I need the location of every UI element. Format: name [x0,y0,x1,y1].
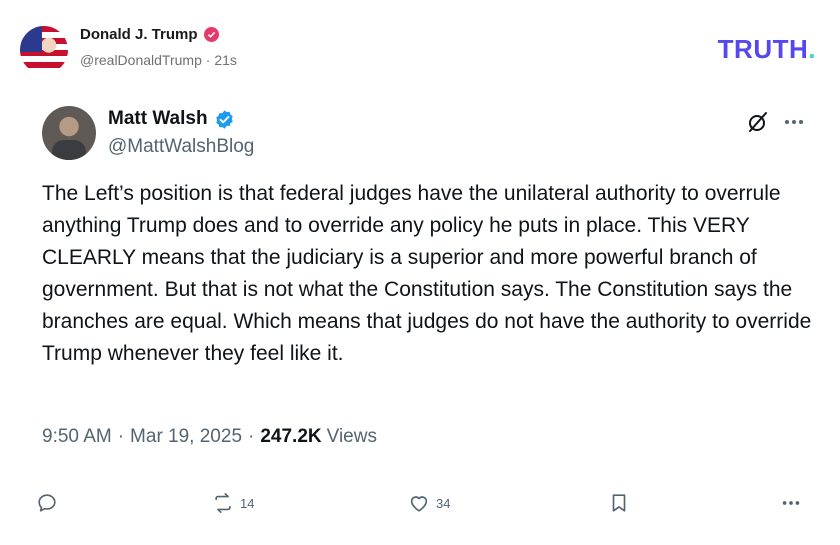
share-more-button[interactable] [780,492,802,514]
heart-icon [410,496,428,512]
quoted-post-author: Matt Walsh @MattWalshBlog [42,104,822,164]
truth-logo-text: TRUTH [717,34,809,64]
views-label: Views [326,426,377,447]
author-name[interactable]: Donald J. Trump [80,26,198,43]
reply-icon [38,494,56,512]
verified-badge-icon [215,109,233,129]
views-count: 247.2K [260,426,322,447]
truth-logo[interactable]: TRUTH. [718,34,816,65]
author-meta: @realDonaldTrump · 21s [80,52,237,68]
quoted-post-text: The Left’s position is that federal judg… [42,182,812,365]
date-separator: · [248,426,255,447]
more-icon [782,501,800,505]
time-separator: · [117,426,125,447]
quoted-author-avatar[interactable] [42,106,96,160]
quoted-author-handle[interactable]: @MattWalshBlog [108,136,254,158]
repost-icon [215,493,231,513]
reply-button[interactable] [36,492,64,514]
post-time-ago[interactable]: 21s [214,52,237,68]
more-icon[interactable] [782,110,806,134]
author-handle[interactable]: @realDonaldTrump [80,52,202,68]
verified-badge-icon [203,27,219,42]
quoted-post-timestamp: 9:50 AM · Mar 19, 2025 · 247.2K Views [42,426,377,448]
author-row: Donald J. Trump [80,26,219,43]
repost-count: 14 [240,495,255,511]
post-time[interactable]: 9:50 AM [42,426,112,448]
like-button[interactable]: 34 [408,492,450,514]
truth-logo-dot: . [808,34,816,64]
quoted-author-name[interactable]: Matt Walsh [108,108,208,130]
bookmark-button[interactable] [608,492,630,514]
avatar[interactable] [20,26,68,74]
truth-post-header: Donald J. Trump @realDonaldTrump · 21s T… [20,22,820,74]
like-count: 34 [436,495,451,511]
bookmark-icon [612,494,626,512]
repost-button[interactable]: 14 [212,492,254,514]
meta-separator: · [205,52,211,68]
quoted-author-row: Matt Walsh [108,108,235,130]
quoted-post-actions: 14 34 [36,492,816,520]
post-date[interactable]: Mar 19, 2025 [130,426,242,448]
grok-icon[interactable] [746,110,770,134]
